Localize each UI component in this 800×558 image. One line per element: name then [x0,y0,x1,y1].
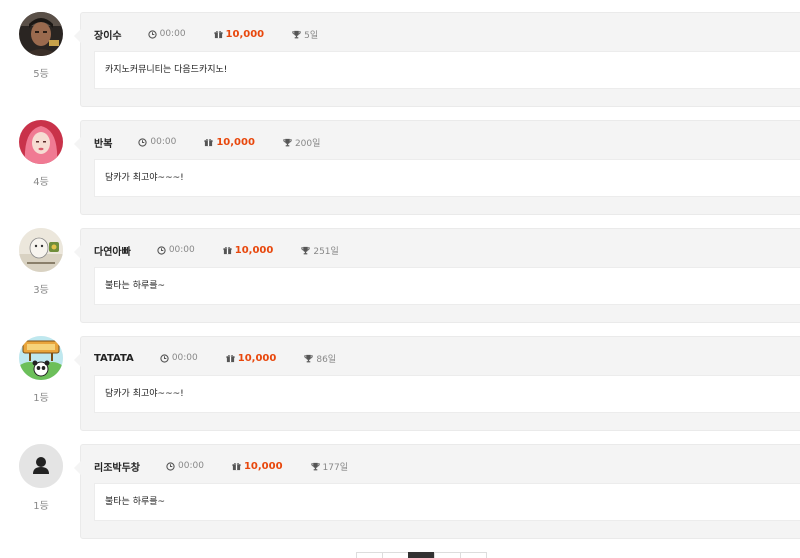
avatar-column: 1등 [19,336,63,404]
time-info: 00:00 [147,29,186,39]
avatar-column: 4등 [19,120,63,188]
time-info: 00:00 [138,137,176,147]
rank-label: 3등 [33,285,49,296]
user-name[interactable]: 반복 [94,135,112,150]
gift-icon [213,30,223,38]
points-info: 10,000 [223,244,274,256]
days-info: 200일 [283,136,320,149]
days-info: 177일 [310,460,348,473]
comment-card: 다연아빠 00:00 10,000 251일 불타는 하루를~ [74,228,800,323]
time-value: 00:00 [171,353,198,363]
comment-text: 카지노커뮤니티는 다음드카지노! [94,51,800,89]
comment-card: 반복 00:00 10,000 200일 담카가 최고야~~~! [74,120,800,215]
entry-meta: 다연아빠 00:00 10,000 251일 [94,243,367,258]
clock-icon [157,245,166,255]
trophy-icon [292,30,301,38]
feed-entry: 1등 리조박두창 00:00 10,000 177일 불타는 하루를~ [0,444,800,544]
user-name[interactable]: TATATA [94,353,134,364]
days-value: 177일 [322,462,348,473]
days-value: 5일 [304,30,319,41]
days-value: 200일 [294,138,321,149]
user-name[interactable]: 장이수 [94,27,122,42]
rank-label: 5등 [33,69,49,80]
gift-icon [226,354,235,362]
gift-icon [204,138,213,146]
avatar[interactable] [19,12,63,56]
time-value: 00:00 [178,461,204,471]
trophy-icon [301,246,311,254]
panda-sign-image [19,336,63,380]
feed-entry: 5등 장이수 00:00 10,000 5일 카지노커뮤니티는 다음드카지노! [0,12,800,112]
clock-icon [147,29,157,39]
rank-label: 4등 [33,177,49,188]
gift-icon [223,246,232,254]
gift-icon [232,462,241,470]
entry-meta: 리조박두창 00:00 10,000 177일 [94,459,376,474]
pink-hair-photo-image [19,120,63,164]
points-value: 10,000 [216,136,255,148]
points-value: 10,000 [225,28,265,40]
points-info: 10,000 [226,352,277,364]
trophy-icon [310,462,320,470]
feed-entry: 3등 다연아빠 00:00 10,000 251일 불타는 하루를~ [0,228,800,328]
page-button-active[interactable] [408,552,435,558]
entry-meta: 장이수 00:00 10,000 5일 [94,27,346,42]
entry-meta: TATATA 00:00 10,000 86일 [94,351,364,365]
points-value: 10,000 [234,244,274,256]
days-value: 86일 [316,354,337,365]
page-button[interactable] [382,552,409,558]
rank-label: 1등 [33,501,49,512]
entry-meta: 반복 00:00 10,000 200일 [94,135,348,150]
points-info: 10,000 [232,461,283,472]
days-info: 86일 [304,352,336,365]
avatar-column: 5등 [19,12,63,80]
comment-card: TATATA 00:00 10,000 86일 담카가 최고야~~~! [74,336,800,431]
clock-icon [138,137,148,147]
points-value: 10,000 [243,460,283,472]
trophy-icon [304,354,314,362]
days-info: 5일 [292,28,318,41]
clock-icon [166,461,175,471]
user-name[interactable]: 리조박두창 [94,459,140,474]
avatar[interactable] [19,228,63,272]
clock-icon [160,353,169,363]
pagination [356,552,487,558]
time-info: 00:00 [166,461,204,471]
time-value: 00:00 [159,29,186,39]
avatar-column: 3등 [19,228,63,296]
points-info: 10,000 [204,137,255,148]
avatar-column: 1등 [19,444,63,512]
attendance-feed: 5등 장이수 00:00 10,000 5일 카지노커뮤니티는 다음드카지노! [0,0,800,558]
avatar[interactable] [19,336,63,380]
default-user-icon [19,444,63,488]
avatar[interactable] [19,120,63,164]
points-value: 10,000 [237,352,277,364]
page-button[interactable] [460,552,487,558]
page-button[interactable] [356,552,383,558]
time-info: 00:00 [157,245,195,255]
days-value: 251일 [313,246,339,257]
comment-text: 불타는 하루를~ [94,483,800,521]
rank-label: 1등 [33,393,49,404]
time-value: 00:00 [150,137,177,147]
comment-text: 담카가 최고야~~~! [94,159,800,197]
comment-card: 장이수 00:00 10,000 5일 카지노커뮤니티는 다음드카지노! [74,12,800,107]
page-button[interactable] [434,552,461,558]
cartoon-image [19,228,63,272]
comment-text: 불타는 하루를~ [94,267,800,305]
time-value: 00:00 [168,245,195,255]
trophy-icon [283,138,292,146]
feed-entry: 1등 TATATA 00:00 10,000 86일 담카가 최고야~~~! [0,336,800,436]
feed-entry: 4등 반복 00:00 10,000 200일 담카가 최고야~~~! [0,120,800,220]
person-photo-image [19,12,63,56]
comment-card: 리조박두창 00:00 10,000 177일 불타는 하루를~ [74,444,800,539]
points-info: 10,000 [213,28,265,40]
time-info: 00:00 [160,353,198,363]
user-name[interactable]: 다연아빠 [94,243,131,258]
avatar[interactable] [19,444,63,488]
days-info: 251일 [301,244,339,257]
comment-text: 담카가 최고야~~~! [94,375,800,413]
